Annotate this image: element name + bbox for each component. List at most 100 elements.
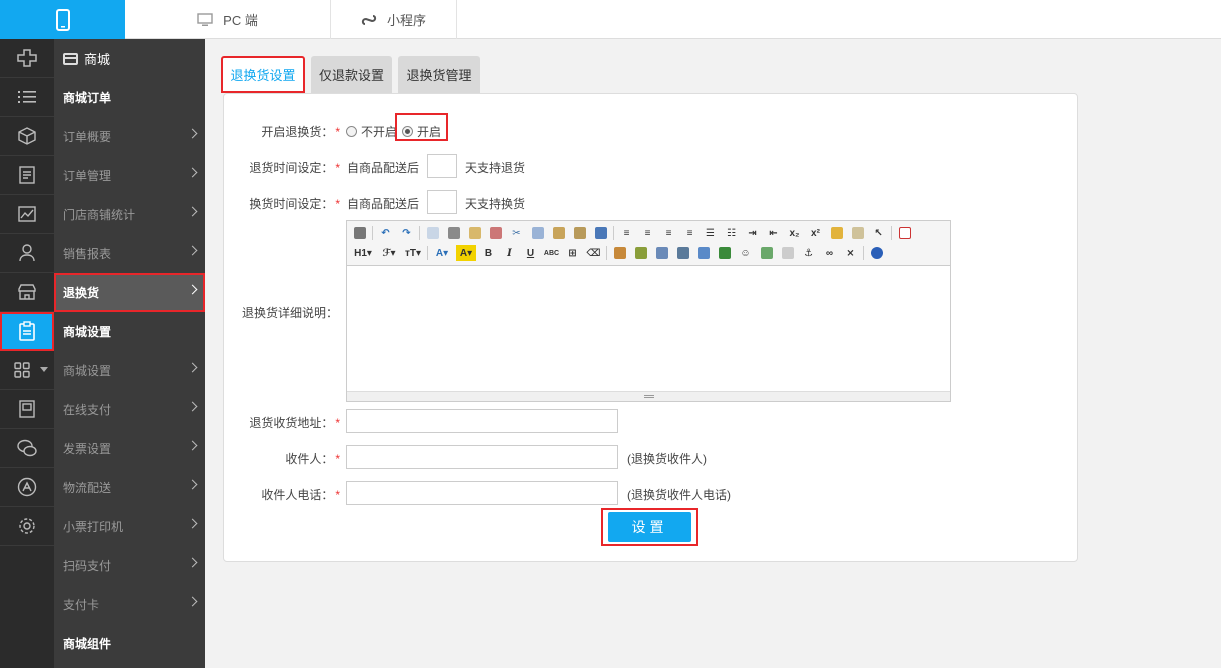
tab-refund-settings[interactable]: 仅退款设置 — [311, 56, 392, 93]
flash-icon[interactable] — [653, 245, 670, 261]
editor-resize-bar[interactable] — [347, 391, 950, 401]
align-right-icon[interactable]: ≡ — [660, 225, 677, 241]
submit-button[interactable]: 设置 — [608, 512, 691, 542]
font-family-icon[interactable]: ℱ▾ — [379, 245, 399, 261]
rail-cube[interactable] — [0, 117, 54, 156]
paste-icon[interactable] — [550, 225, 567, 241]
underline-icon[interactable]: U — [522, 245, 539, 261]
rail-document[interactable] — [0, 156, 54, 195]
undo-icon[interactable]: ↶ — [377, 225, 394, 241]
picture-icon[interactable] — [758, 245, 775, 261]
return-days-input[interactable] — [427, 154, 457, 178]
indent-icon[interactable]: ⇥ — [744, 225, 761, 241]
radio-button-selected[interactable] — [402, 126, 413, 137]
chart-icon — [18, 206, 36, 222]
redo-icon[interactable]: ↷ — [398, 225, 415, 241]
rail-settings[interactable] — [0, 507, 54, 546]
strikethrough-icon[interactable]: ABC — [543, 245, 560, 261]
exchange-days-input[interactable] — [427, 190, 457, 214]
menu-returns[interactable]: 退换货 — [54, 273, 205, 312]
menu-qr-payment[interactable]: 扫码支付 — [54, 546, 205, 585]
template-icon[interactable] — [466, 225, 483, 241]
bold-icon[interactable]: B — [480, 245, 497, 261]
menu-store-stats[interactable]: 门店商铺统计 — [54, 195, 205, 234]
subscript-icon[interactable]: x₂ — [786, 225, 803, 241]
copy-icon[interactable] — [529, 225, 546, 241]
help-icon[interactable] — [868, 245, 885, 261]
mobile-tab[interactable] — [0, 0, 125, 39]
table-grid-icon[interactable]: ⊞ — [564, 245, 581, 261]
rail-store[interactable] — [0, 273, 54, 312]
radio-button[interactable] — [346, 126, 357, 137]
print-icon[interactable] — [445, 225, 462, 241]
rail-chart[interactable] — [0, 195, 54, 234]
menu-mall-settings[interactable]: 商城设置 — [54, 351, 205, 390]
tab-return-management[interactable]: 退换货管理 — [398, 56, 480, 93]
menu-online-payment[interactable]: 在线支付 — [54, 390, 205, 429]
media-icon[interactable] — [674, 245, 691, 261]
rail-wechat[interactable] — [0, 429, 54, 468]
hr-icon[interactable] — [716, 245, 733, 261]
clear-format-icon[interactable] — [828, 225, 845, 241]
pc-tab[interactable]: PC 端 — [125, 0, 331, 39]
phone-hint: (退换货收件人电话) — [627, 488, 731, 502]
eraser-icon[interactable]: ⌫ — [585, 245, 602, 261]
link-icon[interactable]: ∞ — [821, 245, 838, 261]
italic-icon[interactable]: I — [501, 245, 518, 261]
justify-icon[interactable]: ≡ — [681, 225, 698, 241]
paste-text-icon[interactable] — [571, 225, 588, 241]
align-left-icon[interactable]: ≡ — [618, 225, 635, 241]
menu-order-overview[interactable]: 订单概要 — [54, 117, 205, 156]
rail-appstore[interactable] — [0, 468, 54, 507]
menu-pay-card[interactable]: 支付卡 — [54, 585, 205, 624]
menu-invoice[interactable]: 发票设置 — [54, 429, 205, 468]
source-icon[interactable] — [351, 225, 368, 241]
rail-apps[interactable] — [0, 39, 54, 78]
rail-clipboard[interactable] — [0, 312, 54, 351]
image-insert-icon[interactable] — [611, 245, 628, 261]
address-input[interactable] — [346, 409, 618, 433]
mini-program-tab[interactable]: 小程序 — [331, 0, 457, 39]
paste-word-icon[interactable] — [592, 225, 609, 241]
resize-grip-icon[interactable] — [644, 395, 654, 398]
rich-text-editor[interactable]: ↶ ↷ ✂ ≡ ≡ ≡ ≡ ☰ ☷ ⇥ ⇤ x₂ x² ↖ H1▾ ℱ▾ тT▾… — [346, 220, 951, 402]
rail-book[interactable] — [0, 390, 54, 429]
menu-sales-report[interactable]: 销售报表 — [54, 234, 205, 273]
menu-logistics[interactable]: 物流配送 — [54, 468, 205, 507]
align-center-icon[interactable]: ≡ — [639, 225, 656, 241]
code-icon[interactable] — [487, 225, 504, 241]
radio-disable[interactable]: 不开启 — [346, 123, 397, 140]
radio-enable[interactable]: 开启 — [402, 123, 441, 140]
anchor-icon[interactable]: ⚓ — [800, 245, 817, 261]
menu-order-management[interactable]: 订单管理 — [54, 156, 205, 195]
rail-list[interactable] — [0, 78, 54, 117]
chevron-right-icon — [187, 206, 198, 217]
menu-receipt-printer[interactable]: 小票打印机 — [54, 507, 205, 546]
table-icon[interactable] — [695, 245, 712, 261]
unordered-list-icon[interactable]: ☷ — [723, 225, 740, 241]
heading-icon[interactable]: H1▾ — [351, 245, 375, 261]
pagebreak-icon[interactable] — [779, 245, 796, 261]
pointer-icon[interactable]: ↖ — [870, 225, 887, 241]
menu-label: 商城设置 — [63, 364, 112, 378]
cut-icon[interactable]: ✂ — [508, 225, 525, 241]
ordered-list-icon[interactable]: ☰ — [702, 225, 719, 241]
table-insert-icon[interactable] — [632, 245, 649, 261]
rail-user[interactable] — [0, 234, 54, 273]
font-color-icon[interactable]: A▾ — [432, 245, 452, 261]
tab-return-settings[interactable]: 退换货设置 — [221, 56, 305, 93]
emoji-icon[interactable]: ☺ — [737, 245, 754, 261]
highlight-color-icon[interactable]: A▾ — [456, 245, 476, 261]
select-all-icon[interactable] — [849, 225, 866, 241]
unlink-icon[interactable]: ⨯ — [842, 245, 859, 261]
fullscreen-icon[interactable] — [896, 225, 913, 241]
chevron-right-icon — [187, 518, 198, 529]
receiver-input[interactable] — [346, 445, 618, 469]
superscript-icon[interactable]: x² — [807, 225, 824, 241]
preview-icon[interactable] — [424, 225, 441, 241]
font-size-icon[interactable]: тT▾ — [403, 245, 423, 261]
phone-input[interactable] — [346, 481, 618, 505]
divider — [372, 226, 373, 240]
outdent-icon[interactable]: ⇤ — [765, 225, 782, 241]
rail-grid[interactable] — [0, 351, 54, 390]
